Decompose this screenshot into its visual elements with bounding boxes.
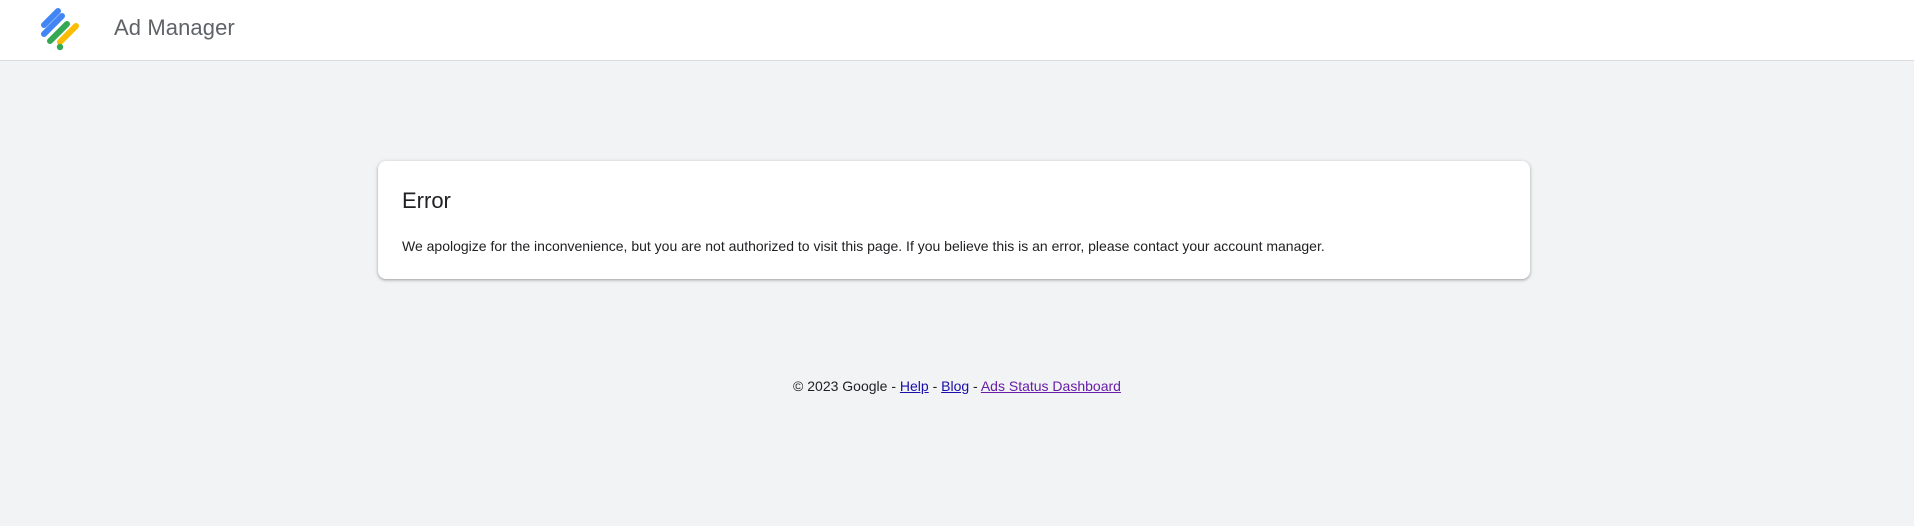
error-message: We apologize for the inconvenience, but … — [402, 238, 1325, 254]
copyright-text: © 2023 Google — [793, 378, 888, 394]
error-title: Error — [402, 188, 451, 213]
error-card: Error We apologize for the inconvenience… — [378, 161, 1530, 279]
footer-separator: - — [969, 378, 981, 394]
top-app-bar: Ad Manager — [0, 0, 1914, 61]
ad-manager-logo-icon[interactable] — [40, 8, 84, 52]
help-link[interactable]: Help — [900, 378, 929, 394]
ads-status-dashboard-link[interactable]: Ads Status Dashboard — [981, 378, 1121, 394]
footer-separator: - — [887, 378, 900, 394]
page-footer: © 2023 Google - Help - Blog - Ads Status… — [0, 376, 1914, 396]
footer-separator: - — [928, 378, 942, 394]
blog-link[interactable]: Blog — [941, 378, 969, 394]
app-title: Ad Manager — [114, 15, 235, 40]
